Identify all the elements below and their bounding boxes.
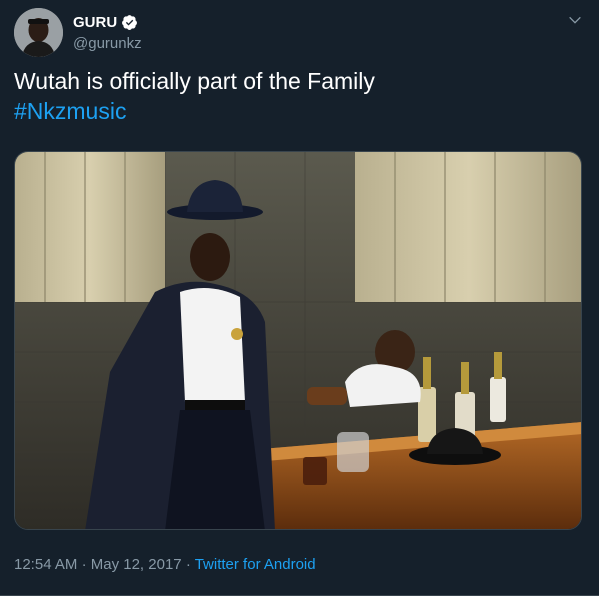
tweet-source-link[interactable]: Twitter for Android [195, 556, 316, 573]
user-handle[interactable]: @gurunkz [73, 35, 142, 52]
display-name[interactable]: GURU [73, 14, 117, 31]
meta-separator-2: · [185, 556, 191, 573]
tweet-body: Wutah is officially part of the Family [14, 68, 375, 94]
tweet-card: GURU @gurunkz Wutah is officially part o… [0, 0, 599, 596]
avatar[interactable] [14, 8, 63, 57]
tweet-meta: 12:54 AM · May 12, 2017 · Twitter for An… [14, 556, 316, 573]
photo-illustration [15, 152, 581, 529]
user-info: GURU @gurunkz [73, 12, 142, 53]
tweet-date[interactable]: May 12, 2017 [91, 556, 182, 573]
tweet-photo[interactable] [14, 151, 582, 530]
tweet-header: GURU @gurunkz [14, 8, 585, 58]
chevron-down-icon[interactable] [567, 12, 583, 28]
tweet-time[interactable]: 12:54 AM [14, 556, 77, 573]
verified-badge-icon [122, 14, 138, 30]
tweet-text: Wutah is officially part of the Family #… [14, 66, 585, 126]
meta-separator: · [81, 556, 87, 573]
hashtag-link[interactable]: #Nkzmusic [14, 96, 585, 126]
name-row: GURU [73, 12, 142, 32]
